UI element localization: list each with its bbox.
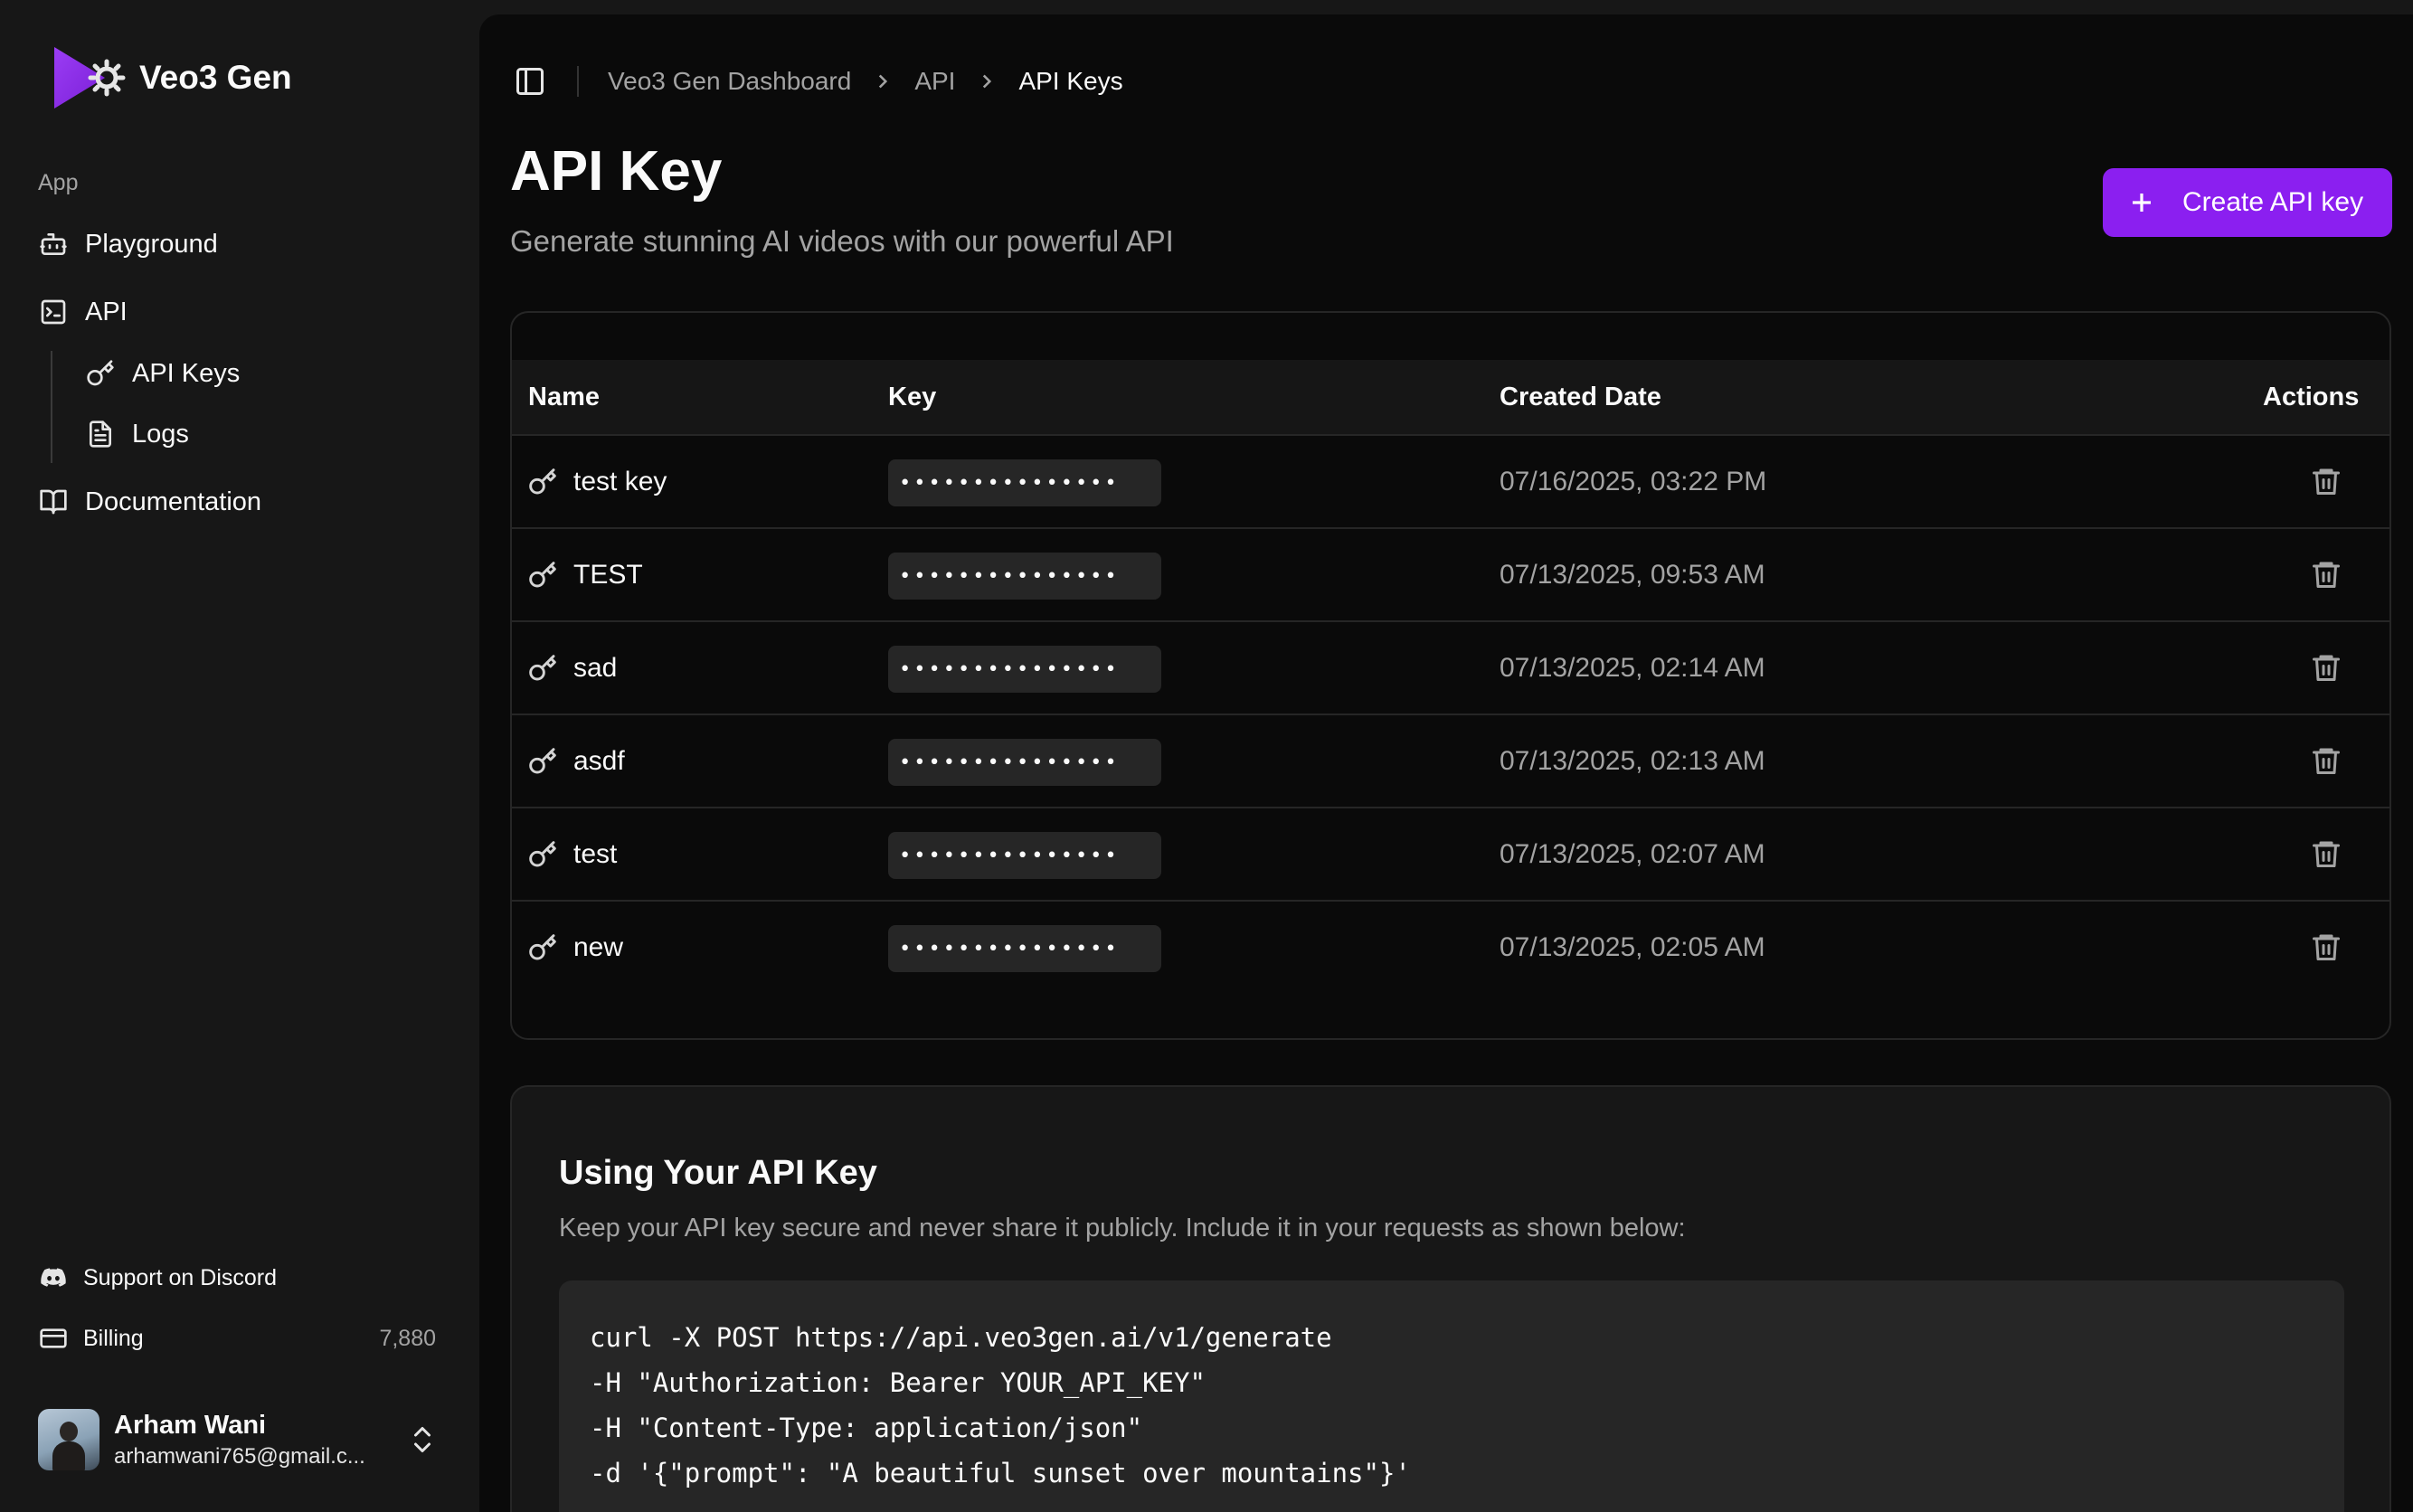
sidebar-toggle-icon[interactable]: [514, 65, 546, 98]
main-content: Veo3 Gen Dashboard API API Keys API Key …: [479, 14, 2413, 1512]
sidebar-item-label: API: [85, 297, 128, 326]
key-icon: [85, 358, 116, 389]
key-icon: [528, 561, 557, 590]
veo3-logo-icon: [51, 45, 127, 110]
terminal-square-icon: [38, 297, 69, 327]
credits-count: 7,880: [379, 1325, 436, 1351]
page-title: API Key: [510, 140, 723, 203]
book-open-icon: [38, 487, 69, 517]
column-header-actions: Actions: [2263, 383, 2360, 411]
user-menu[interactable]: Arham Wani arhamwani765@gmail.c...: [38, 1407, 436, 1472]
breadcrumb-dashboard[interactable]: Veo3 Gen Dashboard: [608, 67, 851, 96]
sidebar-item-playground[interactable]: Playground: [38, 217, 218, 271]
bot-icon: [38, 229, 69, 260]
key-icon: [528, 468, 557, 496]
table-row: new ••••••••••••••• 07/13/2025, 02:05 AM: [512, 902, 2389, 995]
key-icon: [528, 933, 557, 962]
created-date: 07/13/2025, 02:13 AM: [1500, 746, 1765, 776]
trash-icon[interactable]: [2310, 558, 2344, 592]
sidebar-group-label: App: [38, 170, 79, 195]
user-name: Arham Wani: [114, 1410, 267, 1440]
key-name: sad: [573, 653, 618, 683]
masked-key[interactable]: •••••••••••••••: [888, 553, 1161, 600]
sidebar: Veo3 Gen App Playground API API Keys Log…: [0, 0, 479, 1512]
top-bar: Veo3 Gen Dashboard API API Keys: [514, 58, 1123, 105]
sidebar-item-api[interactable]: API: [38, 285, 128, 339]
avatar: [38, 1409, 99, 1470]
billing-label: Billing: [83, 1325, 144, 1351]
breadcrumb-api-keys: API Keys: [1018, 67, 1123, 95]
sidebar-item-api-keys[interactable]: API Keys: [85, 346, 240, 401]
key-name: test key: [573, 467, 667, 496]
key-icon: [528, 747, 557, 776]
trash-icon[interactable]: [2310, 651, 2344, 685]
breadcrumb: Veo3 Gen Dashboard API API Keys: [608, 67, 1123, 96]
created-date: 07/16/2025, 03:22 PM: [1500, 467, 1767, 496]
key-icon: [528, 654, 557, 683]
credit-card-icon: [38, 1323, 69, 1354]
table-header: Name Key Created Date Actions: [512, 360, 2389, 436]
divider: [577, 66, 579, 97]
code-line: curl -X POST https://api.veo3gen.ai/v1/g…: [590, 1322, 1332, 1353]
sidebar-item-label: Playground: [85, 229, 218, 259]
trash-icon[interactable]: [2310, 931, 2344, 965]
sidebar-item-logs[interactable]: Logs: [85, 407, 189, 461]
brand[interactable]: Veo3 Gen: [51, 45, 292, 110]
table-row: TEST ••••••••••••••• 07/13/2025, 09:53 A…: [512, 529, 2389, 622]
masked-key[interactable]: •••••••••••••••: [888, 739, 1161, 786]
discord-icon: [38, 1262, 69, 1293]
created-date: 07/13/2025, 02:07 AM: [1500, 839, 1765, 869]
table-row: test ••••••••••••••• 07/13/2025, 02:07 A…: [512, 808, 2389, 902]
sidebar-item-label: Logs: [132, 419, 189, 449]
sidebar-item-documentation[interactable]: Documentation: [38, 475, 261, 529]
support-discord-link[interactable]: Support on Discord: [38, 1255, 436, 1300]
plus-icon: [2128, 189, 2155, 216]
created-date: 07/13/2025, 02:05 AM: [1500, 932, 1765, 962]
usage-title: Using Your API Key: [559, 1154, 877, 1192]
page-subtitle: Generate stunning AI videos with our pow…: [510, 224, 1174, 258]
table-row: sad ••••••••••••••• 07/13/2025, 02:14 AM: [512, 622, 2389, 715]
key-name: TEST: [573, 560, 643, 590]
api-usage-card: Using Your API Key Keep your API key sec…: [510, 1085, 2391, 1512]
masked-key[interactable]: •••••••••••••••: [888, 646, 1161, 693]
usage-description: Keep your API key secure and never share…: [559, 1214, 1686, 1243]
table-row: asdf ••••••••••••••• 07/13/2025, 02:13 A…: [512, 715, 2389, 808]
created-date: 07/13/2025, 02:14 AM: [1500, 653, 1765, 683]
breadcrumb-api[interactable]: API: [914, 67, 955, 96]
discord-label: Support on Discord: [83, 1264, 278, 1290]
trash-icon[interactable]: [2310, 465, 2344, 499]
chevron-right-icon: [975, 70, 998, 93]
code-block[interactable]: curl -X POST https://api.veo3gen.ai/v1/g…: [559, 1280, 2344, 1512]
sidebar-item-label: Documentation: [85, 487, 262, 516]
table-row: test key ••••••••••••••• 07/16/2025, 03:…: [512, 436, 2389, 529]
code-line: -d '{"prompt": "A beautiful sunset over …: [590, 1458, 1411, 1488]
masked-key[interactable]: •••••••••••••••: [888, 459, 1161, 506]
column-header-name: Name: [528, 383, 600, 411]
column-header-created: Created Date: [1500, 383, 1661, 411]
billing-link[interactable]: Billing 7,880: [38, 1316, 436, 1361]
api-keys-table: Name Key Created Date Actions test key •…: [510, 311, 2391, 1040]
chevron-right-icon: [871, 70, 894, 93]
key-name: new: [573, 932, 624, 962]
sidebar-item-label: API Keys: [132, 358, 241, 388]
code-line: -H "Content-Type: application/json": [590, 1413, 1143, 1443]
chevrons-up-down-icon[interactable]: [409, 1422, 436, 1458]
key-name: test: [573, 839, 618, 869]
key-icon: [528, 840, 557, 869]
trash-icon[interactable]: [2310, 744, 2344, 779]
create-api-key-label: Create API key: [2182, 187, 2364, 217]
trash-icon[interactable]: [2310, 837, 2344, 872]
column-header-key: Key: [888, 383, 937, 411]
submenu-guide-line: [51, 351, 52, 463]
masked-key[interactable]: •••••••••••••••: [888, 832, 1161, 879]
user-email: arhamwani765@gmail.c...: [114, 1443, 365, 1469]
key-name: asdf: [573, 746, 625, 776]
brand-name: Veo3 Gen: [139, 59, 292, 96]
created-date: 07/13/2025, 09:53 AM: [1500, 560, 1765, 590]
file-text-icon: [85, 419, 116, 449]
masked-key[interactable]: •••••••••••••••: [888, 925, 1161, 972]
code-line: -H "Authorization: Bearer YOUR_API_KEY": [590, 1367, 1206, 1398]
create-api-key-button[interactable]: Create API key: [2103, 168, 2392, 237]
